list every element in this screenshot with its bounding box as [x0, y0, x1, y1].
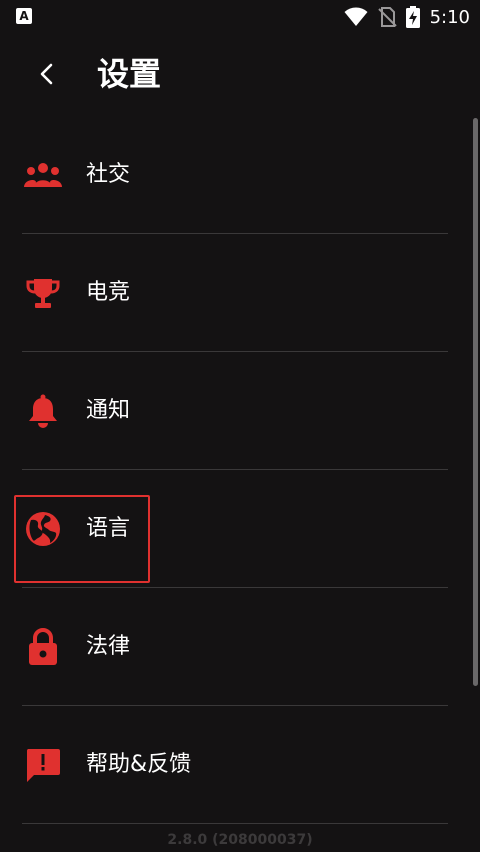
status-indicators: 5:10: [344, 5, 470, 29]
app-notification-icon: A: [16, 8, 32, 24]
trophy-icon: [22, 275, 64, 311]
settings-item-social[interactable]: 社交: [0, 116, 470, 234]
settings-item-label: 法律: [86, 634, 131, 659]
settings-item-help-feedback[interactable]: 帮助&反馈: [0, 706, 470, 824]
settings-item-label: 通知: [86, 398, 131, 423]
settings-item-label: 语言: [86, 516, 131, 541]
settings-list: 社交 电竞 通知 语言 法律 帮助&反馈: [0, 116, 470, 824]
settings-item-esports[interactable]: 电竞: [0, 234, 470, 352]
back-button[interactable]: [26, 53, 68, 95]
lock-icon: [22, 628, 64, 665]
settings-item-label: 帮助&反馈: [86, 752, 192, 777]
settings-item-label: 社交: [86, 162, 131, 187]
battery-charging-icon: [405, 6, 420, 28]
no-sim-icon: [377, 7, 397, 27]
scrollbar[interactable]: [473, 118, 478, 686]
divider: [22, 823, 448, 824]
page-title: 设置: [97, 55, 162, 93]
settings-item-notifications[interactable]: 通知: [0, 352, 470, 470]
globe-icon: [22, 511, 64, 547]
chevron-left-icon: [40, 63, 53, 85]
settings-item-language[interactable]: 语言: [0, 470, 470, 588]
status-time: 5:10: [429, 6, 470, 28]
bell-icon: [22, 393, 64, 429]
settings-item-legal[interactable]: 法律: [0, 588, 470, 706]
app-header: 设置: [0, 44, 480, 106]
feedback-message-icon: [22, 747, 64, 783]
app-version: 2.8.0 (208000037): [167, 832, 313, 848]
settings-item-label: 电竞: [86, 280, 131, 305]
wifi-icon: [344, 7, 368, 26]
people-group-icon: [22, 157, 64, 193]
status-bar: A 5:10: [0, 0, 480, 34]
